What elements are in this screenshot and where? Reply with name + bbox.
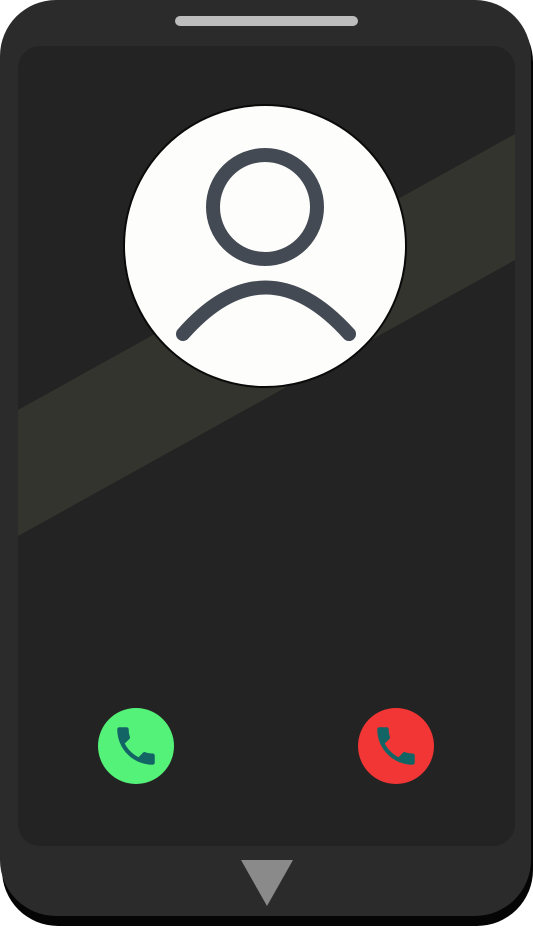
earpiece-speaker bbox=[175, 16, 358, 26]
decline-call-button[interactable] bbox=[358, 708, 434, 784]
accept-call-button[interactable] bbox=[98, 708, 174, 784]
nav-back-button[interactable] bbox=[239, 858, 295, 908]
user-icon bbox=[176, 148, 356, 341]
incoming-call-screen bbox=[18, 46, 515, 846]
phone-handset-icon bbox=[377, 727, 415, 765]
caller-avatar bbox=[123, 104, 407, 388]
triangle-down-icon bbox=[241, 860, 293, 906]
phone-handset-icon bbox=[117, 727, 155, 765]
phone-device bbox=[0, 0, 533, 928]
